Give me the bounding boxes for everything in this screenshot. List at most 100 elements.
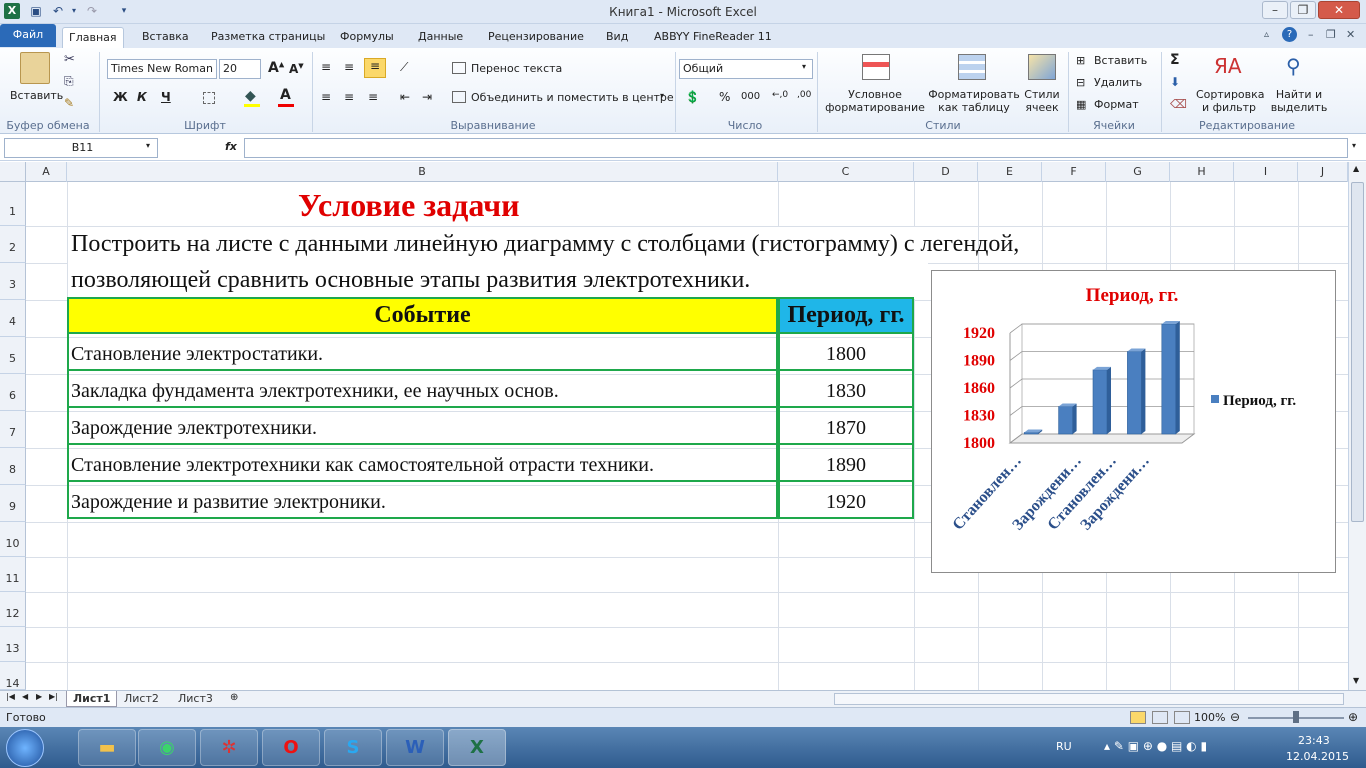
row-header[interactable]: 7 [0,411,26,448]
find-select-button[interactable]: Найти и выделить [1268,88,1330,114]
conditional-format-button[interactable]: Условное форматирование [825,88,925,114]
tab-formulas[interactable]: Формулы [334,27,400,48]
scroll-thumb[interactable] [1351,182,1364,522]
format-table-icon[interactable] [958,54,986,80]
currency-icon[interactable]: 💲 [685,90,700,104]
font-size-select[interactable]: 20 [219,59,261,79]
zoom-out-icon[interactable]: ⊖ [1230,710,1240,724]
row-header[interactable]: 11 [0,557,26,592]
sheet-tab-1[interactable]: Лист1 [66,691,118,707]
align-middle-icon[interactable]: ≡ [344,60,354,74]
increase-decimal-icon[interactable]: ←,0 [772,90,788,100]
sort-filter-icon[interactable]: ЯA [1214,54,1242,78]
new-sheet-icon[interactable]: ⊕ [230,692,238,703]
number-format-dropdown-icon[interactable]: ▾ [802,62,806,71]
skype-icon[interactable]: S [324,729,382,766]
language-indicator[interactable]: RU [1056,740,1072,753]
scroll-down-icon[interactable]: ▼ [1353,676,1359,685]
column-header[interactable]: H [1170,162,1234,182]
thousands-icon[interactable]: 000 [741,91,760,102]
font-name-select[interactable]: Times New Roman [107,59,217,79]
row-header[interactable]: 10 [0,522,26,557]
select-all-corner[interactable] [0,162,26,182]
zoom-slider-thumb[interactable] [1293,711,1299,723]
merge-dropdown-icon[interactable]: ▾ [660,91,664,100]
borders-icon[interactable] [203,92,215,104]
excel-taskbar-icon[interactable]: X [448,729,506,766]
opera-icon[interactable]: O [262,729,320,766]
row-header[interactable]: 2 [0,226,26,263]
tab-review[interactable]: Рецензирование [482,27,590,48]
percent-icon[interactable]: % [719,90,730,104]
page-layout-view-icon[interactable] [1152,711,1168,724]
column-header[interactable]: D [914,162,978,182]
first-sheet-icon[interactable]: |◀ [6,692,15,701]
minimize-button[interactable]: – [1262,1,1288,19]
find-select-icon[interactable]: ⚲ [1286,54,1301,78]
autosum-icon[interactable]: Σ [1170,52,1180,68]
formula-input[interactable] [244,138,1348,158]
doc-restore-icon[interactable]: ❐ [1326,28,1336,41]
format-cells-button[interactable]: Формат [1094,98,1139,111]
vertical-scrollbar[interactable]: ▲ ▼ [1348,162,1366,690]
horizontal-scrollbar[interactable] [834,693,1344,705]
row-header[interactable]: 6 [0,374,26,411]
number-format-select[interactable]: Общий [679,59,813,79]
fill-color-icon[interactable]: ◆ [245,88,256,104]
shrink-font-icon[interactable]: A▼ [289,62,304,76]
embedded-chart[interactable]: 1920 1890 1860 1830 1800 Период, гг. Становлен… [931,270,1336,573]
network-app-icon[interactable]: ◉ [138,729,196,766]
cut-icon[interactable]: ✂ [64,52,75,67]
prev-sheet-icon[interactable]: ◀ [22,692,28,701]
row-header[interactable]: 9 [0,485,26,522]
doc-minimize-icon[interactable]: – [1308,28,1314,41]
doc-close-icon[interactable]: ✕ [1346,28,1355,41]
expand-formula-icon[interactable]: ▾ [1352,141,1356,150]
row-header[interactable]: 5 [0,337,26,374]
clear-icon[interactable]: ⌫ [1170,97,1187,111]
sheet-tab-3[interactable]: Лист3 [172,691,219,707]
collapse-ribbon-icon[interactable]: ▵ [1264,29,1269,40]
tray-icons[interactable]: ▴ ✎ ▣ ⊕ ● ▤ ◐ ▮ [1104,739,1207,753]
wrap-text-button[interactable]: Перенос текста [471,62,562,75]
row-header[interactable]: 1 [0,182,26,226]
grow-font-icon[interactable]: A▲ [268,60,284,76]
column-header[interactable]: E [978,162,1042,182]
tab-insert[interactable]: Вставка [136,27,195,48]
start-button[interactable] [6,729,44,767]
app-icon[interactable]: ✲ [200,729,258,766]
fill-icon[interactable]: ⬇ [1170,75,1180,89]
name-box-dropdown-icon[interactable]: ▾ [146,141,150,150]
explorer-icon[interactable]: ▬ [78,729,136,766]
delete-cells-button[interactable]: Удалить [1094,76,1142,89]
insert-cells-button[interactable]: Вставить [1094,54,1147,67]
italic-button[interactable]: К [137,90,147,104]
row-header[interactable]: 14 [0,662,26,690]
zoom-in-icon[interactable]: ⊕ [1348,710,1358,724]
format-painter-icon[interactable]: ✎ [64,96,74,110]
merge-center-button[interactable]: Объединить и поместить в центре [471,91,674,104]
column-header[interactable]: I [1234,162,1298,182]
align-bottom-icon[interactable]: ≡ [364,58,386,78]
sheet-tab-2[interactable]: Лист2 [118,691,165,707]
tab-view[interactable]: Вид [600,27,634,48]
page-break-view-icon[interactable] [1174,711,1190,724]
insert-function-button[interactable]: fx [225,140,237,153]
row-header[interactable]: 8 [0,448,26,485]
column-header[interactable]: G [1106,162,1170,182]
column-header[interactable]: C [778,162,914,182]
align-left-icon[interactable]: ≡ [321,90,331,104]
clock-time[interactable]: 23:43 [1298,734,1330,747]
tab-data[interactable]: Данные [412,27,469,48]
next-sheet-icon[interactable]: ▶ [36,692,42,701]
tab-file[interactable]: Файл [0,24,56,47]
column-header[interactable]: F [1042,162,1106,182]
underline-button[interactable]: Ч [161,90,171,104]
row-header[interactable]: 3 [0,263,26,300]
normal-view-icon[interactable] [1130,711,1146,724]
cell-styles-button[interactable]: Стили ячеек [1020,88,1064,114]
help-icon[interactable]: ? [1282,27,1297,42]
scroll-up-icon[interactable]: ▲ [1353,164,1359,173]
copy-icon[interactable]: ⎘ [64,74,74,89]
format-table-button[interactable]: Форматировать как таблицу [928,88,1020,114]
